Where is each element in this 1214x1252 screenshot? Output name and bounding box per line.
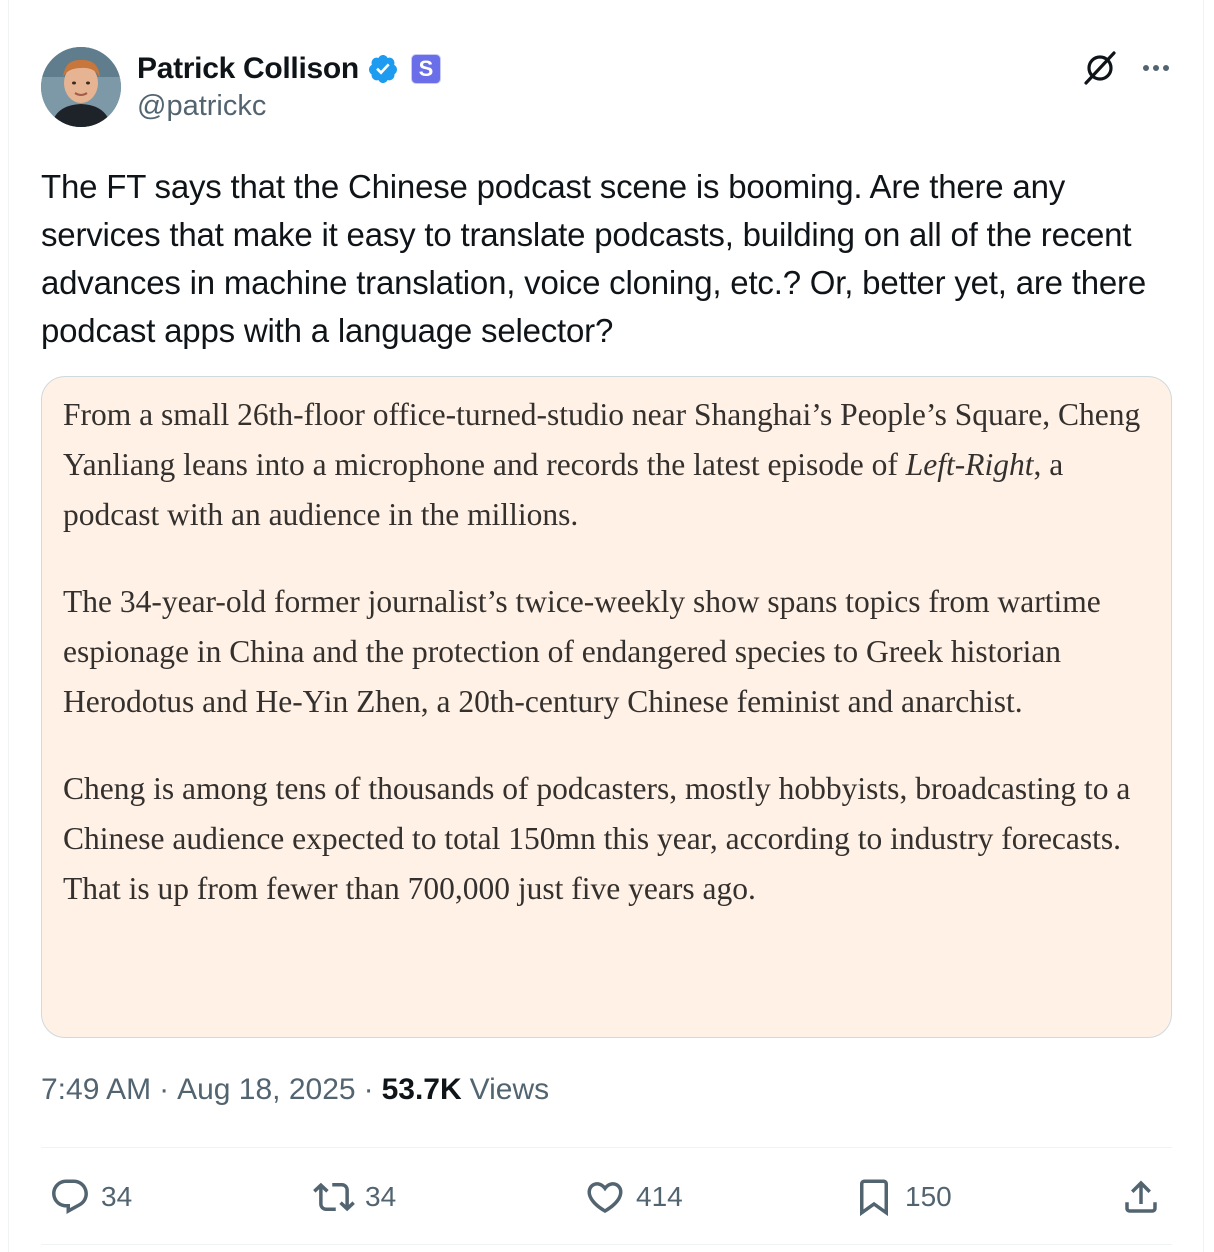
bookmark-button[interactable]: 150 — [853, 1176, 952, 1218]
author-row: Patrick Collison S — [137, 49, 441, 89]
like-button[interactable]: 414 — [584, 1176, 683, 1218]
tweet-meta: 7:49 AM · Aug 18, 2025 · 53.7K Views — [41, 1073, 549, 1107]
like-icon — [587, 1182, 623, 1214]
separator: · — [159, 1073, 170, 1106]
tweet-date[interactable]: Aug 18, 2025 — [177, 1073, 356, 1107]
affiliate-badge[interactable]: S — [410, 54, 441, 84]
avatar[interactable] — [41, 47, 121, 127]
reply-icon — [52, 1179, 88, 1214]
reply-button[interactable]: 34 — [49, 1176, 132, 1218]
divider — [41, 1147, 1172, 1148]
separator: · — [363, 1073, 374, 1106]
share-button[interactable] — [1120, 1176, 1162, 1218]
repost-icon — [313, 1182, 355, 1212]
views-label: Views — [469, 1073, 550, 1106]
more-dot — [1143, 65, 1149, 71]
author-name[interactable]: Patrick Collison — [137, 52, 359, 86]
more-dot — [1163, 65, 1169, 71]
share-icon — [1125, 1180, 1157, 1213]
repost-count: 34 — [365, 1181, 397, 1212]
excerpt-paragraph-1: From a small 26th-floor office-turned-st… — [63, 390, 1151, 540]
author-handle[interactable]: @patrickc — [137, 90, 266, 123]
excerpt-paragraph-3: Cheng is among tens of thousands of podc… — [63, 771, 1131, 906]
tweet-text: The FT says that the Chinese podcast sce… — [41, 168, 1146, 349]
excerpt-paragraph-2: The 34-year-old former journalist’s twic… — [63, 584, 1101, 719]
bookmark-icon — [860, 1179, 888, 1217]
action-bar: 34 34 414 150 — [41, 1168, 1172, 1228]
views-count: 53.7K — [381, 1073, 462, 1106]
verified-icon[interactable] — [367, 53, 399, 85]
bookmark-count: 150 — [905, 1181, 952, 1212]
grok-icon[interactable] — [1082, 50, 1118, 86]
more-dot — [1153, 65, 1159, 71]
quoted-article-excerpt[interactable]: From a small 26th-floor office-turned-st… — [41, 376, 1172, 1038]
avatar-image — [41, 47, 121, 127]
repost-button[interactable]: 34 — [313, 1176, 396, 1218]
divider — [41, 1244, 1172, 1245]
podcast-title: Left-Right — [905, 447, 1034, 482]
more-icon[interactable] — [1136, 50, 1176, 86]
tweet-time[interactable]: 7:49 AM — [41, 1073, 151, 1107]
like-count: 414 — [636, 1181, 683, 1212]
reply-count: 34 — [101, 1181, 133, 1212]
